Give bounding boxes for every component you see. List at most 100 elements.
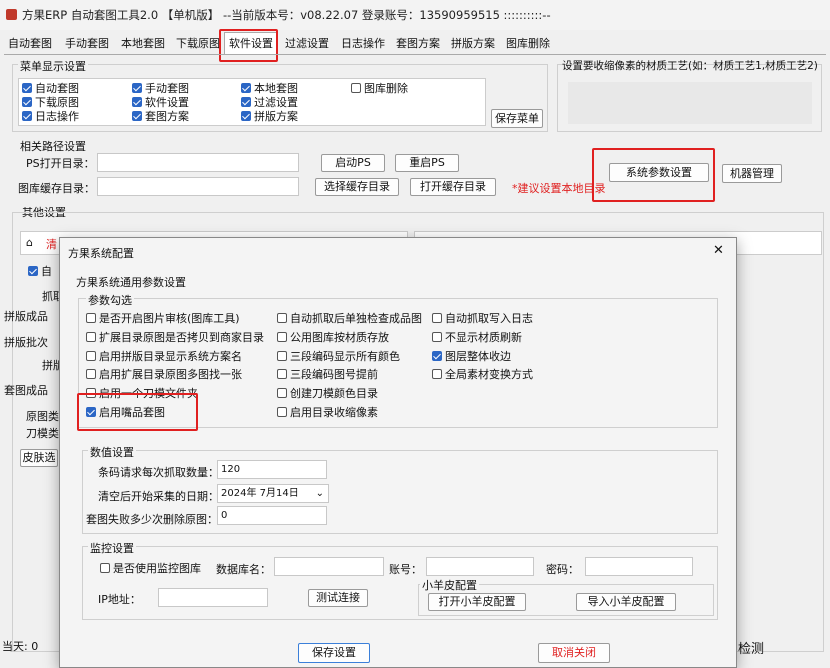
password-label: 密码： bbox=[546, 563, 579, 576]
tab-auto[interactable]: 自动套图 bbox=[2, 34, 58, 53]
tab-scheme[interactable]: 套图方案 bbox=[391, 34, 445, 53]
cb-hide-material-refresh[interactable]: 不显示材质刷新 bbox=[432, 329, 522, 345]
fail-input[interactable]: 0 bbox=[217, 506, 327, 525]
password-input[interactable] bbox=[585, 557, 693, 576]
monitor-label: 监控设置 bbox=[88, 540, 136, 556]
checkbox-icon bbox=[28, 266, 38, 276]
cb-use-monitor[interactable]: 是否使用监控图库 bbox=[100, 560, 201, 576]
checkbox-icon bbox=[277, 407, 287, 417]
main-tabs: 自动套图 手动套图 本地套图 下载原图 软件设置 过滤设置 日志操作 套图方案 … bbox=[0, 32, 560, 54]
checkbox-icon bbox=[277, 351, 287, 361]
checkbox-icon bbox=[86, 351, 96, 361]
cache-tip: *建议设置本地目录 bbox=[512, 182, 606, 195]
checkbox-icon bbox=[86, 369, 96, 379]
cb-write-log[interactable]: 自动抓取写入日志 bbox=[432, 310, 533, 326]
tab-local[interactable]: 本地套图 bbox=[116, 34, 170, 53]
checkbox-icon bbox=[432, 351, 442, 361]
menu-item-scheme[interactable]: 套图方案 bbox=[132, 108, 189, 124]
tab-manual[interactable]: 手动套图 bbox=[60, 34, 114, 53]
save-menu-button[interactable]: 保存菜单 bbox=[491, 109, 543, 128]
tab-delete[interactable]: 图库删除 bbox=[501, 34, 555, 53]
cb-show-all-colors[interactable]: 三段编码显示所有颜色 bbox=[277, 348, 400, 364]
checkbox-icon bbox=[86, 407, 96, 417]
cb-global-transform[interactable]: 全局素材变换方式 bbox=[432, 366, 533, 382]
tab-download[interactable]: 下载原图 bbox=[171, 34, 225, 53]
db-input[interactable] bbox=[274, 557, 384, 576]
import-sheep-button[interactable]: 导入小羊皮配置 bbox=[576, 593, 676, 611]
save-settings-button[interactable]: 保存设置 bbox=[298, 643, 370, 663]
daomo-partial: 刀模类 bbox=[26, 427, 59, 440]
checkbox-icon bbox=[86, 313, 96, 323]
shrink-input[interactable] bbox=[568, 82, 812, 124]
cb-layer-edge[interactable]: 图层整体收边 bbox=[432, 348, 511, 364]
tab-log[interactable]: 日志操作 bbox=[336, 34, 390, 53]
open-sheep-button[interactable]: 打开小羊皮配置 bbox=[428, 593, 526, 611]
cb-check-finished[interactable]: 自动抓取后单独检查成品图 bbox=[277, 310, 422, 326]
checkbox-icon bbox=[132, 83, 142, 93]
checkbox-icon bbox=[277, 313, 287, 323]
close-icon[interactable]: ✕ bbox=[713, 243, 724, 258]
menu-item-delete[interactable]: 图库删除 bbox=[351, 80, 408, 96]
app-logo-icon bbox=[6, 9, 17, 20]
date-label: 清空后开始采集的日期： bbox=[98, 490, 219, 503]
params-label: 参数勾选 bbox=[86, 292, 134, 308]
ip-label: IP地址： bbox=[98, 593, 141, 606]
account-input[interactable] bbox=[426, 557, 534, 576]
system-params-button[interactable]: 系统参数设置 bbox=[609, 163, 709, 182]
numeric-label: 数值设置 bbox=[88, 444, 136, 460]
pinban-partial: 拼版成品 bbox=[4, 310, 48, 323]
menu-item-log[interactable]: 日志操作 bbox=[22, 108, 79, 124]
checkbox-icon bbox=[22, 97, 32, 107]
home-icon[interactable]: ⌂ bbox=[26, 236, 33, 249]
checkbox-icon bbox=[351, 83, 361, 93]
detect-label: 检测 bbox=[738, 642, 765, 657]
cb-show-scheme-name[interactable]: 启用拼版目录显示系统方案名 bbox=[86, 348, 242, 364]
checkbox-icon bbox=[432, 313, 442, 323]
restart-ps-button[interactable]: 重启PS bbox=[395, 154, 459, 172]
test-connection-button[interactable]: 测试连接 bbox=[308, 589, 368, 607]
ip-input[interactable] bbox=[158, 588, 268, 607]
choose-cache-button[interactable]: 选择缓存目录 bbox=[315, 178, 399, 196]
checkbox-icon bbox=[86, 388, 96, 398]
account-label: 账号： bbox=[389, 563, 422, 576]
checkbox-icon bbox=[277, 388, 287, 398]
cache-input[interactable] bbox=[97, 177, 299, 196]
barcode-input[interactable]: 120 bbox=[217, 460, 327, 479]
sheep-label: 小羊皮配置 bbox=[420, 577, 479, 593]
tab-settings[interactable]: 软件设置 bbox=[224, 32, 278, 54]
machine-mgmt-button[interactable]: 机器管理 bbox=[722, 164, 782, 183]
fail-label: 套图失败多少次删除原图： bbox=[86, 513, 218, 526]
ps-open-input[interactable] bbox=[97, 153, 299, 172]
cb-store-by-material[interactable]: 公用图库按材质存放 bbox=[277, 329, 389, 345]
checkbox-icon bbox=[22, 83, 32, 93]
cb-dir-shrink[interactable]: 启用目录收缩像素 bbox=[277, 404, 378, 420]
tab-filter[interactable]: 过滤设置 bbox=[280, 34, 334, 53]
open-cache-button[interactable]: 打开缓存目录 bbox=[410, 178, 496, 196]
tab-pinban[interactable]: 拼版方案 bbox=[446, 34, 500, 53]
cb-copy-to-merchant[interactable]: 扩展目录原图是否拷贝到商家目录 bbox=[86, 329, 264, 345]
auto-partial[interactable]: 自 bbox=[28, 263, 52, 279]
cb-die-color-dir[interactable]: 创建刀模颜色目录 bbox=[277, 385, 378, 401]
ps-open-label: PS打开目录： bbox=[26, 157, 95, 170]
cache-label: 图库缓存目录： bbox=[18, 182, 95, 195]
cb-enable-product-taotu[interactable]: 启用嘴品套图 bbox=[86, 404, 165, 420]
skin-button[interactable]: 皮肤选 bbox=[20, 449, 58, 467]
menu-display-label: 菜单显示设置 bbox=[18, 58, 88, 74]
system-config-dialog: 方果系统配置 ✕ 方果系统通用参数设置 参数勾选 是否开启图片审核(图库工具) … bbox=[59, 237, 737, 668]
db-label: 数据库名： bbox=[216, 563, 271, 576]
window-title: 方果ERP 自动套图工具2.0 【单机版】 --当前版本号：v08.22.07 … bbox=[22, 8, 551, 22]
cb-one-die-folder[interactable]: 启用一个刀模文件夹 bbox=[86, 385, 198, 401]
today-count: 当天: 0 bbox=[2, 640, 39, 653]
checkbox-icon bbox=[241, 111, 251, 121]
date-picker[interactable]: 2024年 7月14日 ⌄ bbox=[217, 484, 329, 503]
checkbox-icon bbox=[432, 332, 442, 342]
start-ps-button[interactable]: 启动PS bbox=[321, 154, 385, 172]
cb-image-review[interactable]: 是否开启图片审核(图库工具) bbox=[86, 310, 240, 326]
checkbox-icon bbox=[132, 97, 142, 107]
cb-multi-find-one[interactable]: 启用扩展目录原图多图找一张 bbox=[86, 366, 242, 382]
cancel-close-button[interactable]: 取消关闭 bbox=[538, 643, 610, 663]
cb-code-advance[interactable]: 三段编码图号提前 bbox=[277, 366, 378, 382]
menu-item-pinban[interactable]: 拼版方案 bbox=[241, 108, 298, 124]
checkbox-icon bbox=[132, 111, 142, 121]
taotu-partial: 套图成品 bbox=[4, 384, 48, 397]
